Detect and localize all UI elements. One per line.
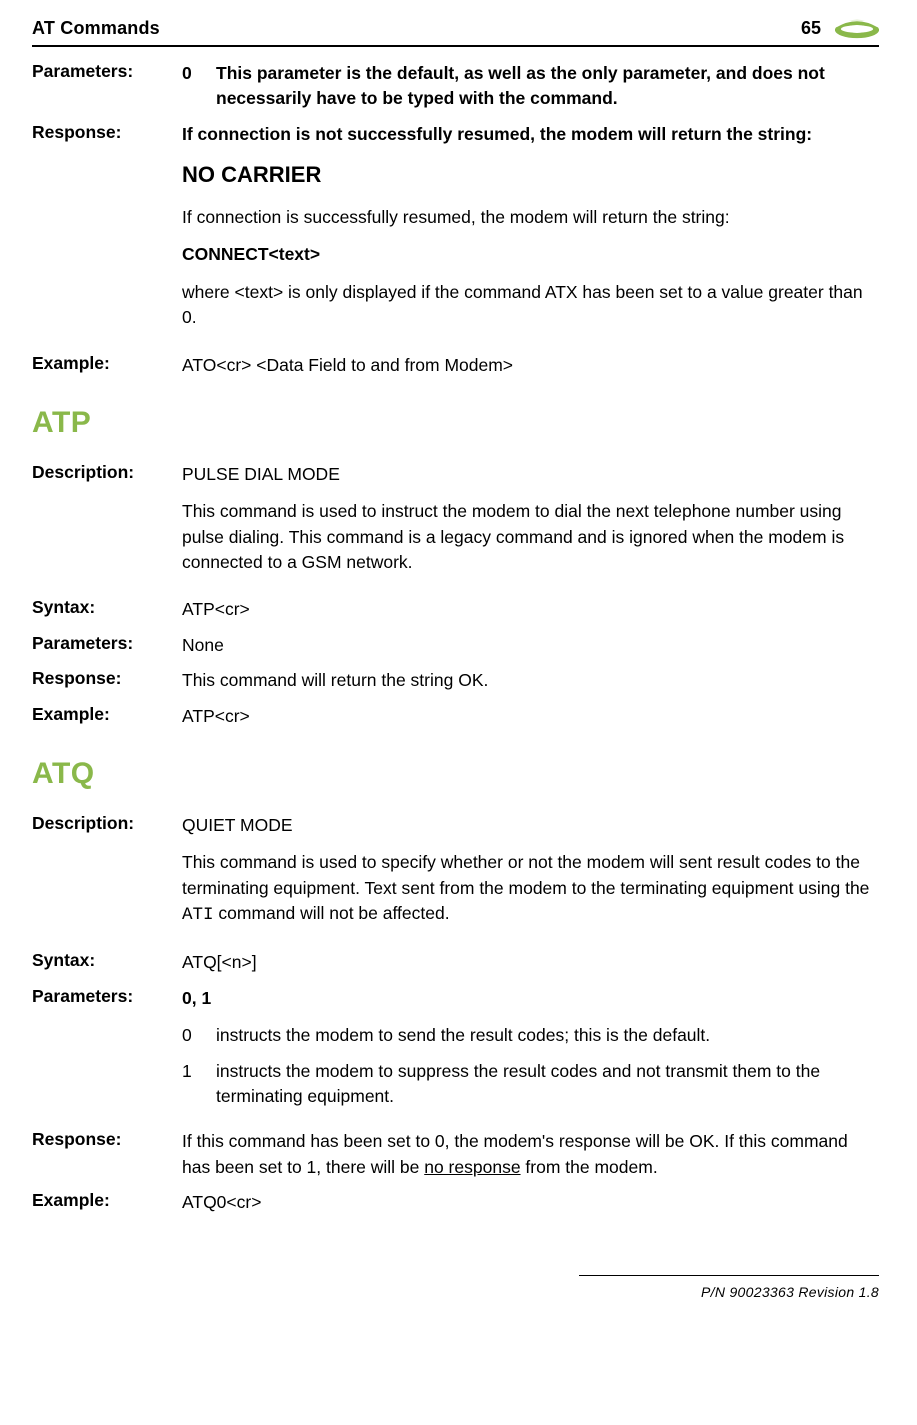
atq-description-row: Description: QUIET MODE This command is … bbox=[32, 813, 879, 941]
label-syntax: Syntax: bbox=[32, 597, 182, 622]
ato-param-text: This parameter is the default, as well a… bbox=[216, 61, 879, 112]
footer-rule bbox=[579, 1275, 879, 1276]
label-response: Response: bbox=[32, 668, 182, 693]
atq-desc-mono: ATI bbox=[182, 905, 214, 925]
atp-example-value: ATP<cr> bbox=[182, 704, 879, 729]
page: AT Commands 65 Parameters: 0 This parame… bbox=[0, 0, 917, 1328]
header-row: AT Commands 65 bbox=[32, 18, 879, 39]
swoosh-icon bbox=[835, 19, 879, 39]
label-parameters: Parameters: bbox=[32, 633, 182, 658]
atq-example-value: ATQ0<cr> bbox=[182, 1190, 879, 1215]
ato-parameters-value: 0 This parameter is the default, as well… bbox=[182, 61, 879, 112]
ato-response-value: If connection is not successfully resume… bbox=[182, 122, 879, 343]
atp-syntax-value: ATP<cr> bbox=[182, 597, 879, 622]
atq-desc-part2: command will not be affected. bbox=[214, 903, 450, 923]
header-rule bbox=[32, 45, 879, 47]
label-example: Example: bbox=[32, 353, 182, 378]
label-parameters: Parameters: bbox=[32, 986, 182, 1120]
label-response: Response: bbox=[32, 122, 182, 343]
atq-param0-num: 0 bbox=[182, 1023, 198, 1048]
ato-example-value: ATO<cr> <Data Field to and from Modem> bbox=[182, 353, 879, 378]
atq-example-row: Example: ATQ0<cr> bbox=[32, 1190, 879, 1215]
atp-description-title: PULSE DIAL MODE bbox=[182, 462, 879, 487]
atp-title: ATP bbox=[32, 406, 879, 440]
atp-response-value: This command will return the string OK. bbox=[182, 668, 879, 693]
atq-param0-text: instructs the modem to send the result c… bbox=[216, 1023, 710, 1048]
ato-example-row: Example: ATO<cr> <Data Field to and from… bbox=[32, 353, 879, 378]
footer-text: P/N 90023363 Revision 1.8 bbox=[32, 1284, 879, 1300]
atq-param1-num: 1 bbox=[182, 1059, 198, 1110]
atq-title: ATQ bbox=[32, 757, 879, 791]
atq-desc-part1: This command is used to specify whether … bbox=[182, 852, 869, 897]
atq-response-value: If this command has been set to 0, the m… bbox=[182, 1129, 879, 1180]
label-description: Description: bbox=[32, 462, 182, 588]
label-description: Description: bbox=[32, 813, 182, 941]
atp-parameters-value: None bbox=[182, 633, 879, 658]
ato-response-row: Response: If connection is not successfu… bbox=[32, 122, 879, 343]
ato-response-intro: If connection is not successfully resume… bbox=[182, 122, 879, 147]
no-carrier: NO CARRIER bbox=[182, 159, 879, 191]
atq-parameters-row: Parameters: 0, 1 0 instructs the modem t… bbox=[32, 986, 879, 1120]
label-example: Example: bbox=[32, 704, 182, 729]
atp-parameters-row: Parameters: None bbox=[32, 633, 879, 658]
atq-parameters-value: 0, 1 0 instructs the modem to send the r… bbox=[182, 986, 879, 1120]
atq-parameters-header: 0, 1 bbox=[182, 986, 879, 1011]
atq-syntax-value: ATQ[<n>] bbox=[182, 950, 879, 975]
atp-description-value: PULSE DIAL MODE This command is used to … bbox=[182, 462, 879, 588]
label-response: Response: bbox=[32, 1129, 182, 1180]
label-example: Example: bbox=[32, 1190, 182, 1215]
atq-response-underline: no response bbox=[424, 1157, 520, 1177]
ato-param-num: 0 bbox=[182, 61, 198, 112]
atq-response-row: Response: If this command has been set t… bbox=[32, 1129, 879, 1180]
atq-response-part2: from the modem. bbox=[521, 1157, 658, 1177]
atq-syntax-row: Syntax: ATQ[<n>] bbox=[32, 950, 879, 975]
atq-description-value: QUIET MODE This command is used to speci… bbox=[182, 813, 879, 941]
atq-param1-text: instructs the modem to suppress the resu… bbox=[216, 1059, 879, 1110]
atp-syntax-row: Syntax: ATP<cr> bbox=[32, 597, 879, 622]
ato-parameters-row: Parameters: 0 This parameter is the defa… bbox=[32, 61, 879, 112]
ato-where-text: where <text> is only displayed if the co… bbox=[182, 280, 879, 331]
connect-text: CONNECT<text> bbox=[182, 242, 879, 267]
atp-description-row: Description: PULSE DIAL MODE This comman… bbox=[32, 462, 879, 588]
header-left: AT Commands bbox=[32, 18, 160, 39]
page-number: 65 bbox=[801, 18, 821, 39]
label-syntax: Syntax: bbox=[32, 950, 182, 975]
ato-response-success: If connection is successfully resumed, t… bbox=[182, 205, 879, 230]
atq-description-body: This command is used to specify whether … bbox=[182, 850, 879, 928]
atp-response-row: Response: This command will return the s… bbox=[32, 668, 879, 693]
atq-description-title: QUIET MODE bbox=[182, 813, 879, 838]
footer: P/N 90023363 Revision 1.8 bbox=[32, 1275, 879, 1300]
header-right: 65 bbox=[801, 18, 879, 39]
atp-example-row: Example: ATP<cr> bbox=[32, 704, 879, 729]
atp-description-body: This command is used to instruct the mod… bbox=[182, 499, 879, 575]
label-parameters: Parameters: bbox=[32, 61, 182, 112]
